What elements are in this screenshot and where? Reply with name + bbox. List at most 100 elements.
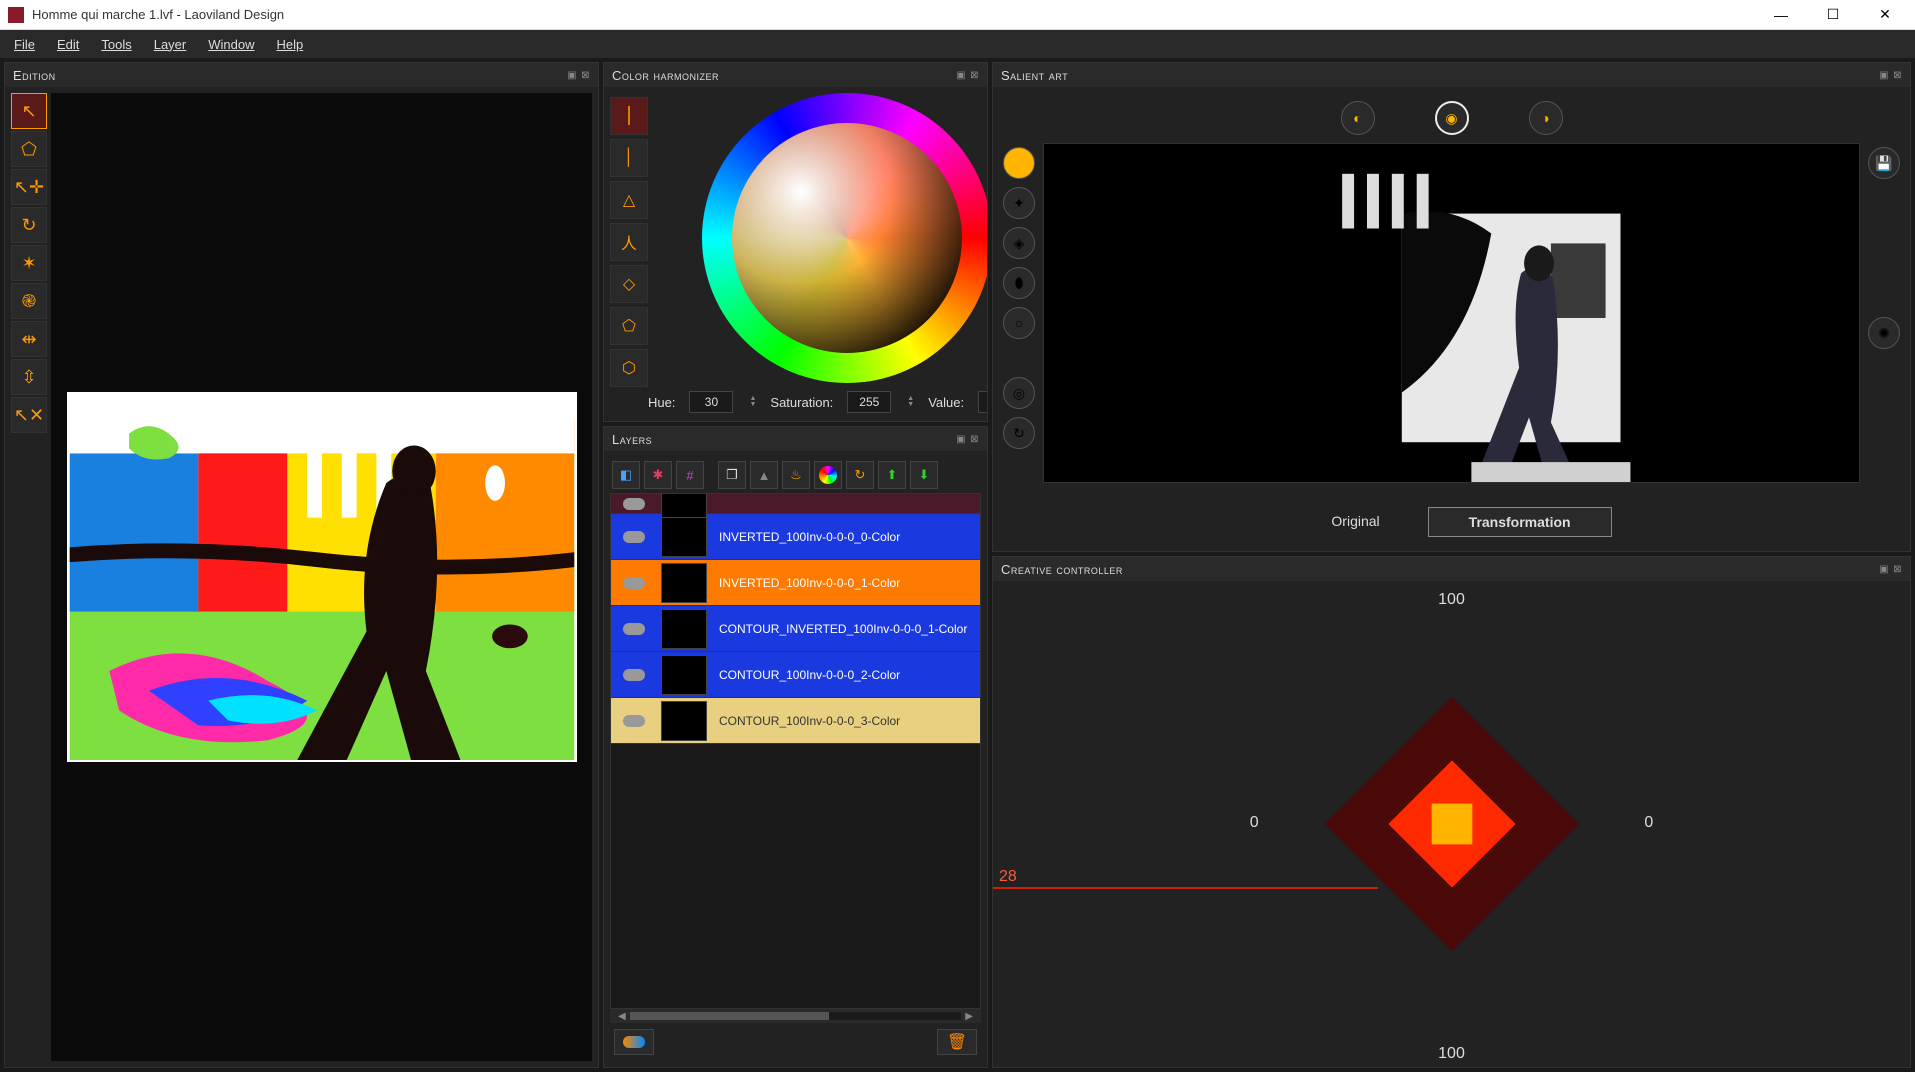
trash-icon: 🗑 [947, 1032, 967, 1052]
harmonizer-collapse-icon[interactable]: ▣ [956, 70, 966, 81]
salient-preview[interactable] [1043, 143, 1860, 483]
layer-tool-down[interactable]: ⬇ [910, 461, 938, 489]
controller-close-icon[interactable]: ⊠ [1893, 564, 1902, 575]
salient-tab-original[interactable]: Original [1291, 507, 1419, 537]
layer-visibility-toggle[interactable] [611, 494, 657, 513]
salient-tool-palette[interactable]: ✺ [1868, 317, 1900, 349]
layer-visibility-toggle[interactable] [611, 606, 657, 651]
edition-title: Edition [13, 68, 563, 83]
scroll-left-icon[interactable]: ◀ [614, 1011, 630, 1022]
layer-visibility-toggle[interactable] [611, 698, 657, 743]
tool-rotate[interactable]: ↻ [11, 207, 47, 243]
layer-visibility-toggle[interactable] [611, 514, 657, 559]
edition-collapse-icon[interactable]: ▣ [567, 70, 577, 81]
salient-mode-a[interactable]: ◐ [1341, 101, 1375, 135]
layer-tool-gradient[interactable] [814, 461, 842, 489]
val-input[interactable] [978, 391, 987, 413]
layer-tool-merge[interactable]: ▲ [750, 461, 778, 489]
salient-tool-cycle[interactable]: ↻ [1003, 417, 1035, 449]
sat-input[interactable] [847, 391, 891, 413]
controller-area[interactable]: 100 100 0 0 28 [993, 581, 1910, 1067]
salient-mode-b[interactable]: ◉ [1435, 101, 1469, 135]
layer-tool-copy[interactable]: ❐ [718, 461, 746, 489]
maximize-button[interactable]: ☐ [1811, 1, 1855, 29]
tool-scale[interactable]: ✶ [11, 245, 47, 281]
layer-list[interactable]: INVERTED_100Inv-0-0-0_0-ColorINVERTED_10… [610, 493, 981, 1009]
layers-hscroll[interactable]: ◀ ▶ [610, 1009, 981, 1023]
salient-collapse-icon[interactable]: ▣ [1879, 70, 1889, 81]
menu-help[interactable]: Help [267, 33, 314, 56]
window-titlebar: Homme qui marche 1.lvf - Laoviland Desig… [0, 0, 1915, 30]
tool-flip-v[interactable]: ⇳ [11, 359, 47, 395]
salient-tool-shape1[interactable]: ✦ [1003, 187, 1035, 219]
tool-swirl[interactable]: ֎ [11, 283, 47, 319]
layer-tool-fx2[interactable]: # [676, 461, 704, 489]
layer-row[interactable]: INVERTED_100Inv-0-0-0_1-Color [611, 560, 980, 606]
salient-tool-shape2[interactable]: ◈ [1003, 227, 1035, 259]
controller-line-value: 28 [999, 868, 1017, 886]
layer-thumbnail [661, 609, 707, 649]
scroll-thumb[interactable] [630, 1012, 829, 1020]
edition-close-icon[interactable]: ⊠ [581, 70, 590, 81]
layer-visibility-toggle[interactable] [611, 652, 657, 697]
menu-layer[interactable]: Layer [144, 33, 197, 56]
menu-window[interactable]: Window [198, 33, 264, 56]
harm-mono[interactable]: ⎮ [610, 97, 648, 135]
scroll-right-icon[interactable]: ▶ [961, 1011, 977, 1022]
controller-slider-line[interactable] [993, 887, 1378, 889]
layers-close-icon[interactable]: ⊠ [970, 434, 979, 445]
hue-input[interactable] [689, 391, 733, 413]
harm-triad[interactable]: △ [610, 181, 648, 219]
harm-pentad[interactable]: ⬠ [610, 307, 648, 345]
color-wheel-inner[interactable] [732, 123, 962, 353]
salient-tool-highlight[interactable] [1003, 147, 1035, 179]
color-wheel[interactable] [702, 93, 987, 383]
salient-mode-c[interactable]: ◑ [1529, 101, 1563, 135]
sat-down-icon[interactable]: ▼ [907, 402, 914, 408]
layer-thumbnail [661, 655, 707, 695]
salient-tool-save[interactable]: 💾 [1868, 147, 1900, 179]
tool-flip-h[interactable]: ⇹ [11, 321, 47, 357]
salient-tool-bw[interactable]: ○ [1003, 307, 1035, 339]
layer-tool-add[interactable]: ◧ [612, 461, 640, 489]
close-button[interactable]: ✕ [1863, 1, 1907, 29]
layer-tool-up[interactable]: ⬆ [878, 461, 906, 489]
canvas[interactable] [67, 392, 577, 762]
layer-row[interactable] [611, 494, 980, 514]
layers-delete-button[interactable]: 🗑 [937, 1029, 977, 1055]
salient-close-icon[interactable]: ⊠ [1893, 70, 1902, 81]
layers-gradient-button[interactable] [614, 1029, 654, 1055]
salient-tab-transformation[interactable]: Transformation [1428, 507, 1612, 537]
minimize-button[interactable]: — [1759, 1, 1803, 29]
layers-collapse-icon[interactable]: ▣ [956, 434, 966, 445]
layer-row[interactable]: INVERTED_100Inv-0-0-0_0-Color [611, 514, 980, 560]
layer-row[interactable]: CONTOUR_INVERTED_100Inv-0-0-0_1-Color [611, 606, 980, 652]
menu-file[interactable]: File [4, 33, 45, 56]
controller-collapse-icon[interactable]: ▣ [1879, 564, 1889, 575]
harm-square[interactable]: ◇ [610, 265, 648, 303]
salient-tool-rgb[interactable]: ⬮ [1003, 267, 1035, 299]
layer-visibility-toggle[interactable] [611, 560, 657, 605]
canvas-area[interactable] [51, 93, 592, 1061]
layer-tool-reload[interactable]: ↻ [846, 461, 874, 489]
salient-tool-target[interactable]: ◎ [1003, 377, 1035, 409]
menu-edit[interactable]: Edit [47, 33, 89, 56]
edition-toolbox: ↖⬠↖✛↻✶֎⇹⇳↖✕ [11, 93, 51, 1061]
harm-hexad[interactable]: ⬡ [610, 349, 648, 387]
harm-complementary[interactable]: │ [610, 139, 648, 177]
tool-polygon[interactable]: ⬠ [11, 131, 47, 167]
tool-move[interactable]: ↖✛ [11, 169, 47, 205]
menu-tools[interactable]: Tools [91, 33, 141, 56]
controller-diamond[interactable] [1324, 697, 1579, 952]
harm-split[interactable]: 人 [610, 223, 648, 261]
hue-down-icon[interactable]: ▼ [749, 402, 756, 408]
layer-tool-fx1[interactable]: ✱ [644, 461, 672, 489]
tool-delete[interactable]: ↖✕ [11, 397, 47, 433]
layer-row[interactable]: CONTOUR_100Inv-0-0-0_3-Color [611, 698, 980, 744]
layer-row[interactable]: CONTOUR_100Inv-0-0-0_2-Color [611, 652, 980, 698]
harmonizer-close-icon[interactable]: ⊠ [970, 70, 979, 81]
tool-pointer[interactable]: ↖ [11, 93, 47, 129]
controller-bottom-value: 100 [1438, 1045, 1465, 1063]
layer-tool-flame[interactable]: ♨ [782, 461, 810, 489]
salient-mode-row: ◐ ◉ ◑ [999, 93, 1904, 143]
